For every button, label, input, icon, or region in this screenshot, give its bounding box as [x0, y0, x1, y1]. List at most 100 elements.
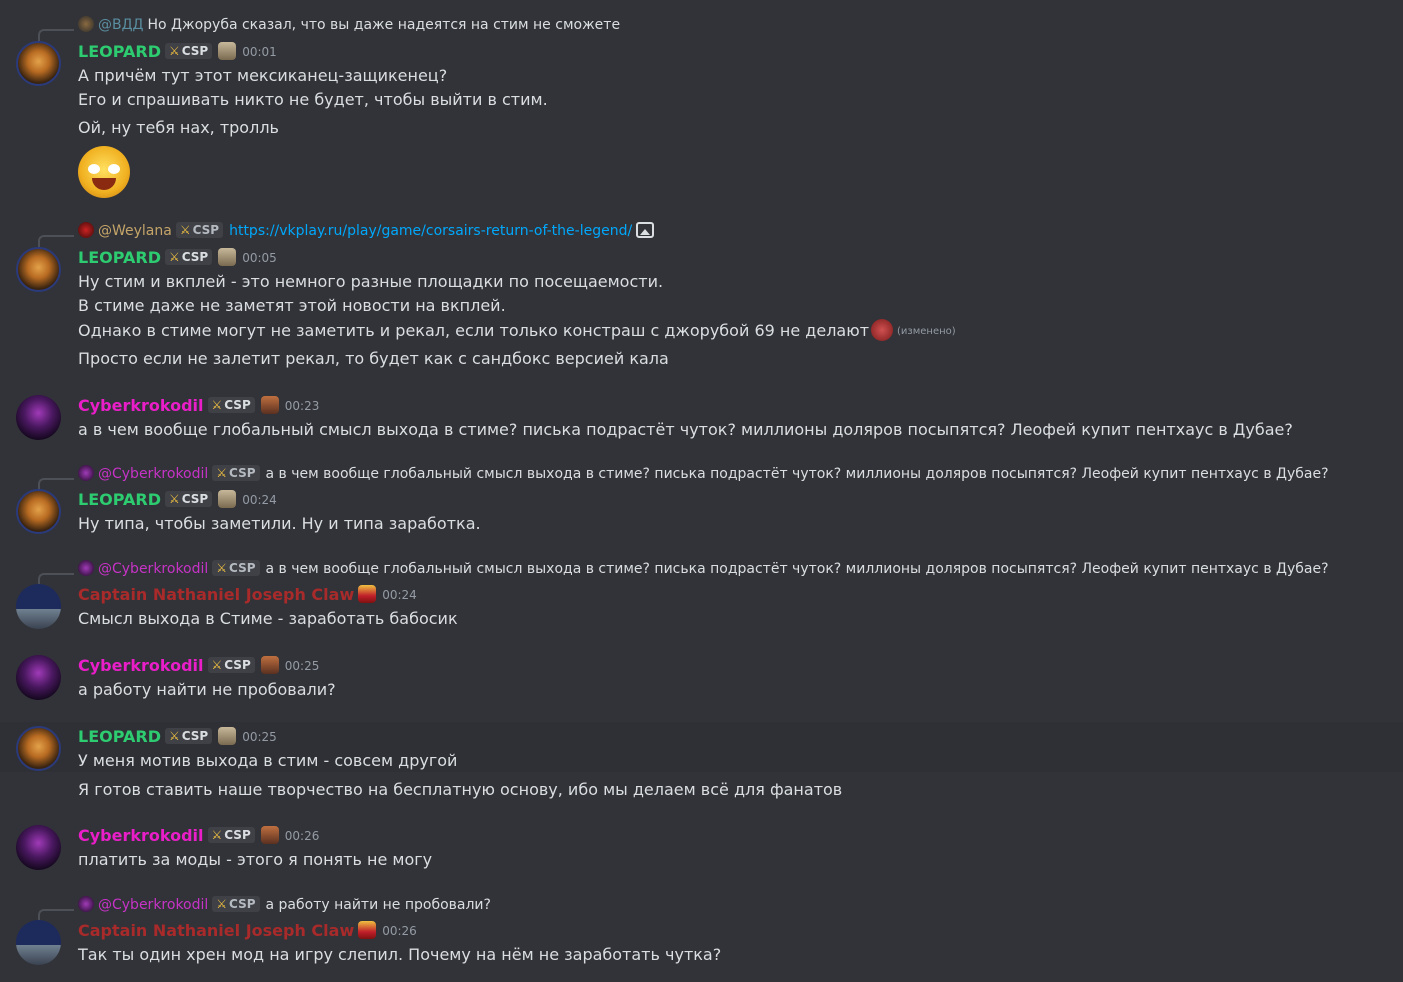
- username[interactable]: Captain Nathaniel Joseph Claw: [78, 585, 354, 604]
- sword-icon: ⚔: [211, 398, 223, 412]
- message-header: Captain Nathaniel Joseph Claw 00:24: [78, 584, 417, 606]
- role-icon[interactable]: [218, 248, 237, 266]
- avatar[interactable]: [16, 395, 61, 440]
- reply-author[interactable]: @Cyberkrokodil: [98, 561, 208, 577]
- timestamp[interactable]: 00:24: [242, 493, 277, 507]
- reply-author[interactable]: @Weylana: [98, 223, 172, 239]
- timestamp[interactable]: 00:24: [382, 588, 417, 602]
- guild-tag[interactable]: ⚔ CSP: [164, 491, 213, 507]
- reply-text: а в чем вообще глобальный смысл выхода в…: [265, 561, 1329, 577]
- guild-tag[interactable]: ⚔ CSP: [164, 249, 213, 265]
- avatar[interactable]: [16, 489, 61, 534]
- username[interactable]: LEOPARD: [78, 42, 161, 61]
- sword-icon: ⚔: [168, 250, 180, 264]
- reply-spine: [38, 29, 74, 41]
- reply-text: а работу найти не пробовали?: [265, 897, 491, 913]
- username[interactable]: LEOPARD: [78, 248, 161, 267]
- message-line: платить за моды - этого я понять не могу: [78, 850, 433, 869]
- guild-tag: ⚔ CSP: [212, 896, 260, 912]
- avatar[interactable]: [16, 584, 61, 629]
- message-line: Ну типа, чтобы заметили. Ну и типа зараб…: [78, 514, 481, 533]
- reply-preview[interactable]: @ВДД Но Джоруба сказал, что вы даже надея…: [78, 16, 620, 34]
- sword-icon: ⚔: [168, 729, 180, 743]
- message-line: Я готов ставить наше творчество на беспл…: [78, 780, 843, 799]
- message-line: а в чем вообще глобальный смысл выхода в…: [78, 420, 1293, 439]
- username[interactable]: Cyberkrokodil: [78, 396, 204, 415]
- reply-preview[interactable]: @Cyberkrokodil ⚔ CSP а в чем вообще глобаль…: [78, 560, 1329, 578]
- timestamp[interactable]: 00:23: [285, 399, 320, 413]
- reply-preview[interactable]: @Cyberkrokodil ⚔ CSP а работу найти не проб…: [78, 896, 491, 914]
- timestamp[interactable]: 00:25: [242, 730, 277, 744]
- reply-link[interactable]: https://vkplay.ru/play/game/corsairs-ret…: [229, 223, 632, 239]
- reply-author[interactable]: @ВДД: [98, 17, 143, 33]
- guild-tag: ⚔ CSP: [212, 465, 260, 481]
- timestamp[interactable]: 00:05: [242, 251, 277, 265]
- message-line: Его и спрашивать никто не будет, чтобы в…: [78, 90, 548, 109]
- timestamp[interactable]: 00:26: [285, 829, 320, 843]
- message-line: Однако в стиме могут не заметить и рекал…: [78, 319, 956, 341]
- message-header: LEOPARD ⚔ CSP 00:24: [78, 489, 277, 511]
- reply-spine: [38, 478, 74, 490]
- guild-tag[interactable]: ⚔ CSP: [164, 43, 213, 59]
- guild-tag[interactable]: ⚔ CSP: [207, 397, 255, 413]
- message-line: Смысл выхода в Стиме - заработать бабоси…: [78, 609, 458, 628]
- username[interactable]: LEOPARD: [78, 727, 161, 746]
- role-icon[interactable]: [260, 656, 279, 674]
- avatar[interactable]: [16, 655, 61, 700]
- reply-author[interactable]: @Cyberkrokodil: [98, 466, 208, 482]
- role-icon[interactable]: [260, 396, 279, 414]
- message-header: Cyberkrokodil ⚔ CSP 00:23: [78, 395, 319, 417]
- avatar[interactable]: [16, 920, 61, 965]
- message-line: Так ты один хрен мод на игру слепил. Поч…: [78, 945, 722, 964]
- role-icon[interactable]: [218, 42, 237, 60]
- reply-preview[interactable]: @Cyberkrokodil ⚔ CSP а в чем вообще глобаль…: [78, 465, 1329, 483]
- reply-author[interactable]: @Cyberkrokodil: [98, 897, 208, 913]
- username[interactable]: Captain Nathaniel Joseph Claw: [78, 921, 354, 940]
- reply-spine: [38, 909, 74, 921]
- reply-preview[interactable]: @Weylana ⚔ CSP https://vkplay.ru/play/game/…: [78, 222, 655, 240]
- image-icon: [636, 222, 655, 238]
- message-header: Cyberkrokodil ⚔ CSP 00:26: [78, 825, 319, 847]
- guild-tag: ⚔ CSP: [175, 222, 224, 238]
- edited-label: (изменено): [897, 326, 956, 337]
- guild-tag[interactable]: ⚔ CSP: [207, 827, 255, 843]
- message-line: Ой, ну тебя нах, тролль: [78, 118, 279, 137]
- username[interactable]: LEOPARD: [78, 490, 161, 509]
- avatar[interactable]: [16, 247, 61, 292]
- avatar[interactable]: [16, 726, 61, 771]
- timestamp[interactable]: 00:26: [382, 924, 417, 938]
- message-line: У меня мотив выхода в стим - совсем друг…: [78, 751, 458, 770]
- reply-text: Но Джоруба сказал, что вы даже надеятся …: [147, 17, 621, 33]
- timestamp[interactable]: 00:25: [285, 659, 320, 673]
- shield-icon[interactable]: [358, 585, 377, 603]
- crying-laughing-emoji[interactable]: [78, 146, 130, 198]
- timestamp[interactable]: 00:01: [242, 45, 277, 59]
- role-icon[interactable]: [260, 826, 279, 844]
- reply-avatar: [78, 560, 94, 576]
- message-line: Просто если не залетит рекал, то будет к…: [78, 349, 669, 368]
- sword-icon: ⚔: [216, 466, 228, 480]
- avatar[interactable]: [16, 825, 61, 870]
- guild-tag[interactable]: ⚔ CSP: [164, 728, 213, 744]
- sword-icon: ⚔: [216, 897, 228, 911]
- message-header: Captain Nathaniel Joseph Claw 00:26: [78, 920, 417, 942]
- guild-tag: ⚔ CSP: [212, 560, 260, 576]
- shield-icon[interactable]: [358, 921, 377, 939]
- avatar[interactable]: [16, 41, 61, 86]
- message-header: LEOPARD ⚔ CSP 00:01: [78, 41, 277, 63]
- role-icon[interactable]: [218, 490, 237, 508]
- sword-icon: ⚔: [211, 658, 223, 672]
- custom-emoji-icon[interactable]: [871, 319, 894, 341]
- username[interactable]: Cyberkrokodil: [78, 826, 204, 845]
- reply-avatar: [78, 465, 94, 481]
- sword-icon: ⚔: [211, 828, 223, 842]
- message-line: Ну стим и вкплей - это немного разные пл…: [78, 272, 664, 291]
- reply-spine: [38, 573, 74, 585]
- reply-avatar: [78, 222, 94, 238]
- reply-text: а в чем вообще глобальный смысл выхода в…: [265, 466, 1329, 482]
- role-icon[interactable]: [218, 727, 237, 745]
- message-header: Cyberkrokodil ⚔ CSP 00:25: [78, 655, 319, 677]
- username[interactable]: Cyberkrokodil: [78, 656, 204, 675]
- guild-tag[interactable]: ⚔ CSP: [207, 657, 255, 673]
- sword-icon: ⚔: [168, 44, 180, 58]
